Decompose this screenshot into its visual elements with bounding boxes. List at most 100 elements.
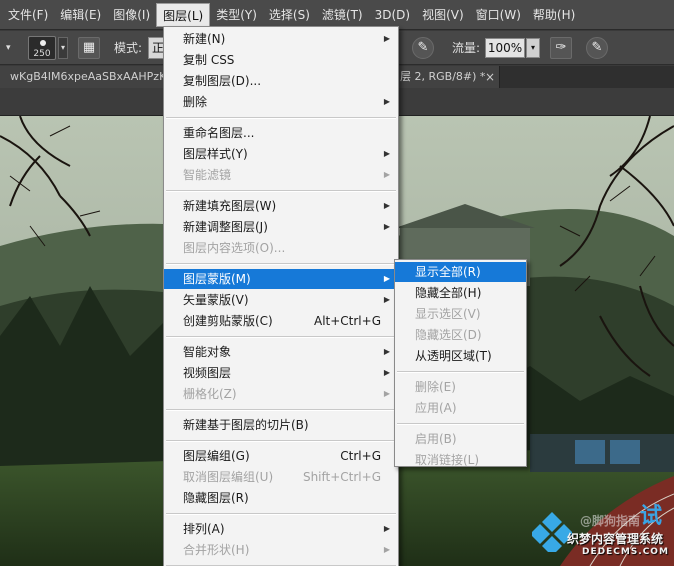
menu-item-label: 创建剪贴蒙版(C)	[183, 314, 273, 328]
menu-item[interactable]: 新建(N) ▶	[164, 29, 398, 49]
menu-item-label: 删除(E)	[415, 380, 456, 394]
menu-item: 图层内容选项(O)...	[164, 238, 398, 258]
menu-item[interactable]: 复制 CSS	[164, 50, 398, 70]
menu-item-label: 新建(N)	[183, 32, 226, 46]
menubar-item[interactable]: 文件(F)	[2, 3, 54, 27]
menu-item[interactable]: 删除 ▶	[164, 92, 398, 112]
submenu-arrow-icon: ▶	[383, 274, 390, 283]
menu-item[interactable]: 视频图层 ▶	[164, 363, 398, 383]
menu-separator	[397, 371, 524, 373]
menubar-item[interactable]: 编辑(E)	[54, 3, 107, 27]
brush-preset-picker[interactable]: 250	[28, 36, 56, 60]
watermark-site-name: 织梦内容管理系统	[567, 532, 664, 546]
submenu-arrow-icon: ▶	[383, 347, 390, 356]
menu-item: 取消图层编组(U) Shift+Ctrl+G	[164, 467, 398, 487]
brush-panel-icon[interactable]: ▦	[78, 37, 100, 59]
brush-size-value: 250	[33, 49, 51, 59]
menubar-item[interactable]: 选择(S)	[263, 3, 316, 27]
menu-item-label: 矢量蒙版(V)	[183, 293, 249, 307]
brush-size-dropdown[interactable]: ▾	[58, 37, 68, 59]
menu-item-label: 新建填充图层(W)	[183, 199, 277, 213]
menu-item-label: 新建调整图层(J)	[183, 220, 268, 234]
menu-item: 智能滤镜 ▶	[164, 165, 398, 185]
submenu-arrow-icon: ▶	[383, 524, 390, 533]
menu-item-label: 取消图层编组(U)	[183, 470, 274, 484]
menu-item[interactable]: 新建基于图层的切片(B)	[164, 415, 398, 435]
menu-item: 删除(E)	[395, 377, 526, 397]
menu-item[interactable]: 图层编组(G) Ctrl+G	[164, 446, 398, 466]
menu-item-label: 栅格化(Z)	[183, 387, 237, 401]
menu-item-label: 应用(A)	[415, 401, 457, 415]
submenu-arrow-icon: ▶	[383, 389, 390, 398]
menu-separator	[166, 117, 396, 119]
menu-item-label: 复制 CSS	[183, 53, 235, 67]
document-tab-title-second: 层 2, RGB/8#) *	[400, 70, 486, 83]
pressure-size-icon[interactable]: ✎	[586, 37, 608, 59]
menu-item-label: 图层样式(Y)	[183, 147, 248, 161]
menubar-item[interactable]: 滤镜(T)	[316, 3, 369, 27]
menu-separator	[397, 423, 524, 425]
menu-item-label: 复制图层(D)...	[183, 74, 262, 88]
layer-mask-submenu: 显示全部(R) 隐藏全部(H) 显示选区(V) 隐藏选区(D) 从透明区域(T) 删除(E…	[394, 259, 527, 467]
watermark-brand: @脚狗指南	[580, 514, 641, 528]
submenu-arrow-icon: ▶	[383, 201, 390, 210]
menu-item[interactable]: 创建剪贴蒙版(C) Alt+Ctrl+G	[164, 311, 398, 331]
flow-label: 流量:	[452, 41, 481, 55]
menu-item[interactable]: 重命名图层...	[164, 123, 398, 143]
brush-tip-icon	[40, 40, 46, 46]
menu-item: 隐藏选区(D)	[395, 325, 526, 345]
flow-input[interactable]: 100%	[485, 38, 525, 58]
menu-item[interactable]: 显示全部(R)	[395, 262, 526, 282]
menubar-item[interactable]: 图层(L)	[156, 2, 211, 27]
menu-item-label: 显示全部(R)	[415, 265, 481, 279]
submenu-arrow-icon: ▶	[383, 295, 390, 304]
menu-item[interactable]: 从透明区域(T)	[395, 346, 526, 366]
submenu-arrow-icon: ▶	[383, 545, 390, 554]
layer-menu: 新建(N) ▶ 复制 CSS 复制图层(D)... 删除 ▶ 重命名图层... 图层样式(Y)…	[163, 26, 399, 566]
menubar-item[interactable]: 视图(V)	[416, 3, 470, 27]
menu-item-label: 智能对象	[183, 345, 232, 359]
menu-item-label: 取消链接(L)	[415, 453, 480, 467]
menu-item-label: 隐藏全部(H)	[415, 286, 482, 300]
airbrush-icon[interactable]: ✑	[550, 37, 572, 59]
document-tab-active[interactable]: wKgB4IM6xpeAaSBxAAHPzK	[0, 66, 165, 88]
menubar-item[interactable]: 图像(I)	[107, 3, 156, 27]
windows-logo-icon	[532, 512, 572, 552]
menu-item-label: 启用(B)	[415, 432, 457, 446]
menu-item[interactable]: 隐藏全部(H)	[395, 283, 526, 303]
submenu-arrow-icon: ▶	[383, 97, 390, 106]
menu-item[interactable]: 矢量蒙版(V) ▶	[164, 290, 398, 310]
menu-separator	[166, 513, 396, 515]
menubar-item[interactable]: 窗口(W)	[470, 3, 527, 27]
menu-item[interactable]: 复制图层(D)...	[164, 71, 398, 91]
menu-item-label: 智能滤镜	[183, 168, 232, 182]
menu-item-shortcut: Shift+Ctrl+G	[302, 470, 381, 484]
pressure-opacity-icon[interactable]: ✎	[412, 37, 434, 59]
menu-item-shortcut: Alt+Ctrl+G	[313, 314, 381, 328]
menu-item-label: 隐藏选区(D)	[415, 328, 482, 342]
mode-label: 模式:	[114, 41, 143, 55]
menu-item[interactable]: 排列(A) ▶	[164, 519, 398, 539]
menu-separator	[166, 336, 396, 338]
watermark-domain: DEDECMS.COM	[582, 547, 669, 557]
submenu-arrow-icon: ▶	[383, 170, 390, 179]
menu-item: 合并形状(H) ▶	[164, 540, 398, 560]
menu-item-label: 图层蒙版(M)	[183, 272, 251, 286]
flow-dropdown[interactable]: ▾	[526, 38, 540, 58]
menu-item[interactable]: 图层蒙版(M) ▶	[164, 269, 398, 289]
menubar-item[interactable]: 3D(D)	[369, 3, 416, 27]
tool-preset-dropdown-icon[interactable]: ▾	[6, 31, 11, 65]
menu-item-shortcut: Ctrl+G	[340, 449, 381, 463]
menu-item[interactable]: 新建调整图层(J) ▶	[164, 217, 398, 237]
menu-item-label: 图层编组(G)	[183, 449, 250, 463]
close-tab-icon[interactable]: ×	[485, 66, 495, 88]
menubar-item[interactable]: 帮助(H)	[527, 3, 581, 27]
menu-item[interactable]: 新建填充图层(W) ▶	[164, 196, 398, 216]
menu-item[interactable]: 智能对象 ▶	[164, 342, 398, 362]
menu-separator	[166, 190, 396, 192]
menu-item[interactable]: 隐藏图层(R)	[164, 488, 398, 508]
menu-item-label: 从透明区域(T)	[415, 349, 492, 363]
menu-separator	[166, 440, 396, 442]
menubar-item[interactable]: 类型(Y)	[210, 3, 263, 27]
menu-item[interactable]: 图层样式(Y) ▶	[164, 144, 398, 164]
